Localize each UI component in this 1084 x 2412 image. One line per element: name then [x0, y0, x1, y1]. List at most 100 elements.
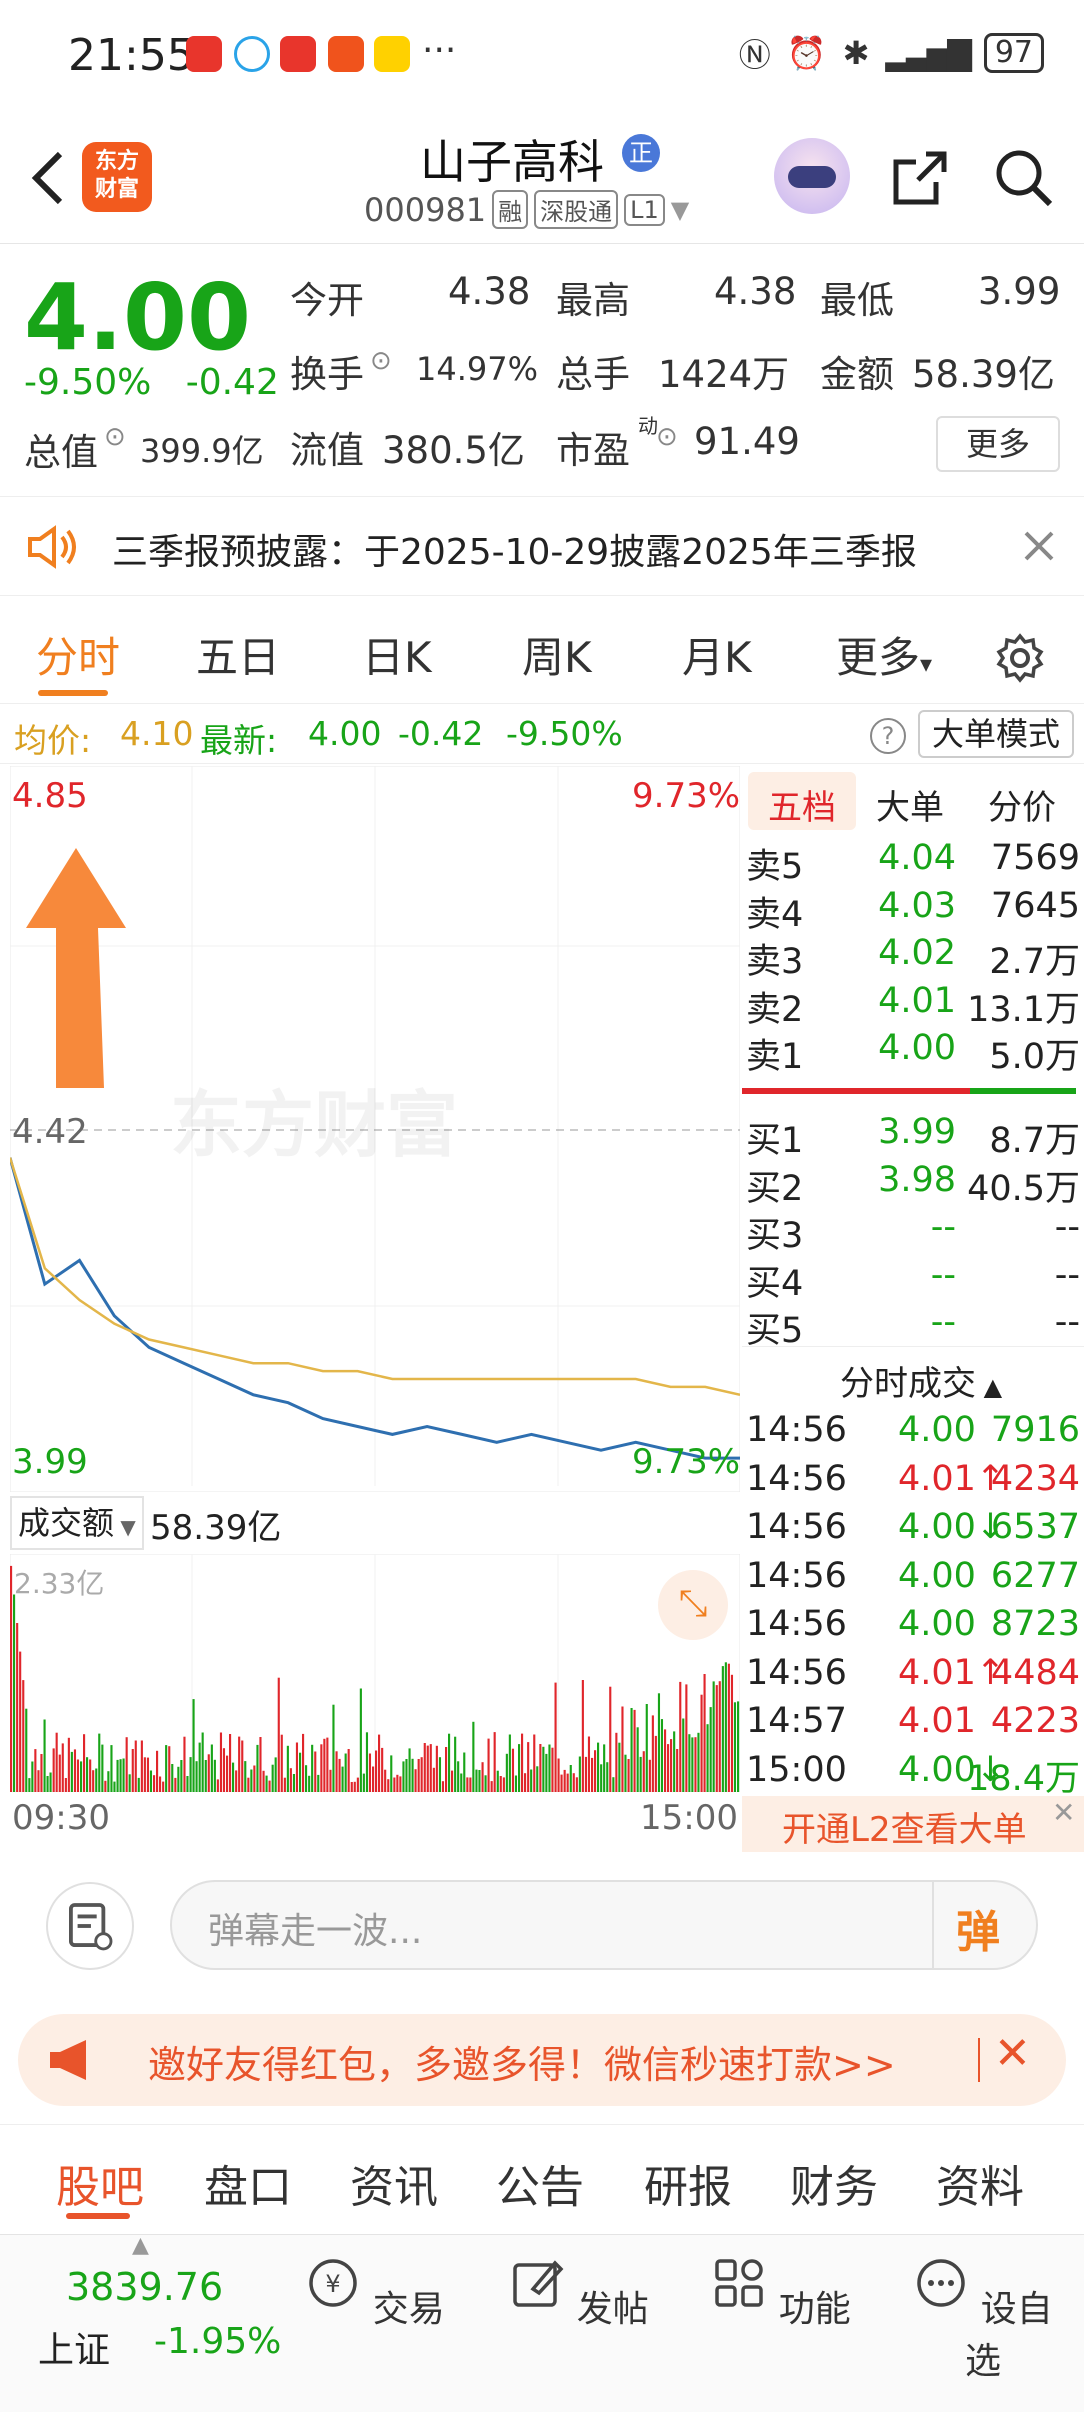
volume-type-selector[interactable]: 成交额 ▼	[10, 1496, 144, 1550]
active-tab-underline	[66, 2213, 130, 2219]
ask-row[interactable]: 卖4 4.03 7645	[742, 882, 1084, 935]
tab-five-levels[interactable]: 五档	[768, 780, 836, 829]
trade-time: 14:56	[746, 1555, 847, 1596]
tab-intraday[interactable]: 分时	[36, 624, 120, 685]
buy-sell-ratio-red	[742, 1088, 970, 1094]
back-arrow-icon[interactable]	[28, 148, 68, 208]
bid-row[interactable]: 买4 -- --	[742, 1251, 1084, 1304]
volume-bar	[381, 1747, 384, 1792]
volume-bar	[378, 1734, 381, 1792]
volume-bar	[67, 1737, 70, 1792]
dropdown-icon[interactable]: ▼	[671, 196, 689, 224]
close-icon[interactable]	[1022, 529, 1056, 563]
tab-big-orders[interactable]: 大单	[876, 780, 944, 829]
volume-bar	[323, 1738, 326, 1792]
turnover-label: 换手	[290, 353, 364, 396]
high-label: 最高	[556, 279, 630, 322]
settings-gear-icon[interactable]	[994, 632, 1046, 684]
tab-news[interactable]: 资讯	[350, 2151, 438, 2215]
volume-bar	[241, 1740, 244, 1792]
volume-bar	[615, 1732, 618, 1792]
search-icon[interactable]	[992, 146, 1056, 210]
eastmoney-logo[interactable]: 东方 财富	[82, 142, 152, 212]
volume-bar	[113, 1781, 116, 1792]
tab-research[interactable]: 研报	[644, 2151, 732, 2215]
trade-icon: ¥	[309, 2259, 358, 2307]
trade-row: 14:56 4.00 8723	[742, 1600, 1084, 1648]
bid-row[interactable]: 买5 -- --	[742, 1298, 1084, 1351]
volume-type-label: 成交额	[18, 1504, 115, 1542]
danmu-send-button[interactable]: 弹	[956, 1896, 1000, 1960]
tab-five-day[interactable]: 五日	[196, 624, 280, 685]
level-volume: 7569	[990, 838, 1080, 878]
trade-row: 14:56 4.00 6277	[742, 1552, 1084, 1600]
amount-value: 58.39亿	[912, 353, 1055, 396]
volume-bar	[256, 1744, 259, 1792]
ask-row[interactable]: 卖3 4.02 2.7万	[742, 929, 1084, 982]
intraday-chart[interactable]: 东方财富 4.85 9.73% 4.42 3.99 9.73%	[10, 766, 740, 1492]
volume-bar	[475, 1769, 478, 1792]
ask-row[interactable]: 卖1 4.00 5.0万	[742, 1024, 1084, 1077]
volume-bar	[390, 1755, 393, 1792]
info-icon[interactable]: ⊙	[104, 422, 126, 452]
l2-banner[interactable]: 开通L2查看大单 ✕	[742, 1796, 1084, 1852]
bid-row[interactable]: 买3 -- --	[742, 1203, 1084, 1256]
tab-announcements[interactable]: 公告	[496, 2151, 584, 2215]
tab-more[interactable]: 更多▾	[836, 624, 932, 685]
tab-stock-bar[interactable]: 股吧	[56, 2151, 144, 2215]
big-order-mode-button[interactable]: 大单模式	[918, 710, 1075, 758]
volume-bar	[441, 1781, 445, 1792]
volume-bar	[630, 1708, 633, 1792]
level-price: 3.98	[878, 1159, 956, 1200]
volume-bar	[365, 1732, 369, 1792]
share-icon[interactable]	[890, 148, 950, 208]
level-tag[interactable]: L1	[624, 193, 665, 226]
tab-profile[interactable]: 资料	[936, 2151, 1024, 2215]
volume-bar	[189, 1757, 192, 1792]
info-icon[interactable]: ⊙	[656, 422, 678, 452]
volume-bar	[502, 1777, 505, 1792]
help-icon[interactable]: ?	[870, 718, 906, 754]
tab-daily-k[interactable]: 日K	[362, 624, 432, 685]
promo-banner[interactable]: 邀好友得红包，多邀多得！微信秒速打款>> ✕	[18, 2014, 1066, 2106]
trades-title[interactable]: 分时成交 ▲	[840, 1356, 1002, 1405]
ai-assistant-icon[interactable]	[774, 138, 850, 214]
ask-row[interactable]: 卖2 4.01 13.1万	[742, 977, 1084, 1030]
tab-weekly-k[interactable]: 周K	[522, 624, 592, 685]
trade-volume: 4484	[990, 1652, 1080, 1693]
tab-finance[interactable]: 财务	[790, 2151, 878, 2215]
nav-add-watchlist[interactable]: 设自选	[908, 2255, 1058, 2384]
volume-bar	[466, 1777, 469, 1792]
nav-trade[interactable]: ¥ 交易	[300, 2255, 450, 2332]
dropdown-icon: ▾	[920, 650, 933, 678]
info-icon[interactable]: ⊙	[370, 346, 392, 376]
more-button[interactable]: 更多	[936, 416, 1060, 472]
divider	[932, 1882, 934, 1968]
tab-monthly-k[interactable]: 月K	[682, 624, 752, 685]
stock-code-row: 000981 融 深股通 L1 ▼	[364, 190, 689, 229]
ask-row[interactable]: 卖5 4.04 7569	[742, 834, 1084, 887]
nav-post[interactable]: 发帖	[504, 2255, 654, 2332]
close-icon[interactable]: ✕	[994, 2028, 1031, 2079]
bid-row[interactable]: 买1 3.99 8.7万	[742, 1108, 1084, 1161]
nav-functions[interactable]: 功能	[706, 2255, 856, 2332]
volume-bar	[271, 1764, 274, 1792]
notice-bar[interactable]: 三季报预披露：于2025-10-29披露2025年三季报	[0, 496, 1084, 596]
trade-row: 14:56 4.01↑ 4484	[742, 1649, 1084, 1697]
volume-bar	[484, 1775, 487, 1792]
close-icon[interactable]: ✕	[1052, 1796, 1075, 1829]
volume-bar	[317, 1774, 320, 1792]
app-notification-icon	[280, 36, 316, 72]
change-amount: -0.42	[185, 362, 279, 403]
tab-handicap[interactable]: 盘口	[204, 2151, 292, 2215]
trade-volume: 6277	[990, 1555, 1080, 1596]
trade-volume: 6537	[990, 1507, 1080, 1547]
index-ticker[interactable]: ▲ 3839.76 上证 -1.95%	[0, 2233, 290, 2412]
bid-row[interactable]: 买2 3.98 40.5万	[742, 1156, 1084, 1209]
expand-icon[interactable]: ⤡	[658, 1570, 728, 1640]
volume-bar	[375, 1750, 378, 1792]
danmu-input[interactable]: 弹幕走一波... 弹	[170, 1880, 1038, 1970]
volume-total: 58.39亿	[150, 1508, 282, 1548]
tab-price-distribution[interactable]: 分价	[988, 780, 1056, 829]
comment-list-icon[interactable]	[46, 1882, 134, 1970]
